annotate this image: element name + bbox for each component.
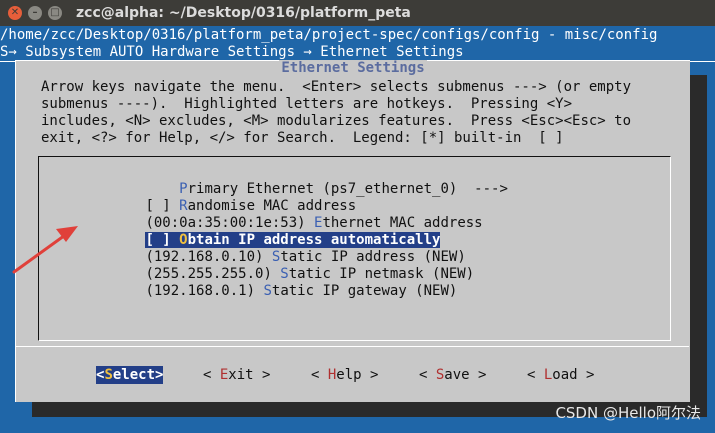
watermark: CSDN @Hello阿尔法 — [555, 404, 701, 422]
menu-item-hotkey: R — [179, 198, 188, 214]
minimize-icon[interactable]: – — [28, 6, 42, 20]
menu-item-value: (00:0a:35:00:1e:53) — [145, 215, 315, 231]
save-button-open: < — [419, 367, 436, 383]
button-row: <Select> < Exit > < Help > < Save > < Lo… — [16, 346, 690, 384]
exit-button-close: > — [253, 367, 271, 383]
exit-button-label: xit — [228, 367, 254, 383]
load-button-open: < — [527, 367, 544, 383]
dialog-title: Ethernet Settings — [16, 59, 690, 77]
select-button-label: elect — [112, 367, 156, 383]
maximize-icon[interactable]: □ — [48, 6, 62, 20]
config-path: /home/zcc/Desktop/0316/platform_peta/pro… — [0, 27, 658, 43]
window-title: zcc@alpha: ~/Desktop/0316/platform_peta — [76, 5, 411, 21]
menu-list: Primary Ethernet (ps7_ethernet_0) ---> [… — [78, 164, 508, 299]
save-button-close: > — [469, 367, 487, 383]
menu-item-label: andomise MAC address — [187, 198, 357, 214]
exit-button-open: < — [203, 367, 220, 383]
help-line: Arrow keys navigate the menu. <Enter> se… — [41, 79, 632, 95]
menu-item-label: rimary Ethernet (ps7_ethernet_0) ---> — [187, 181, 508, 197]
menu-item-hotkey: P — [179, 181, 188, 197]
menu-item-value: (255.255.255.0) — [145, 266, 281, 282]
help-line: submenus ----). Highlighted letters are … — [41, 96, 573, 112]
menu-item-hotkey: O — [179, 232, 188, 248]
menu-item-label: tatic IP gateway (NEW) — [271, 283, 458, 299]
help-button-close: > — [361, 367, 379, 383]
window-titlebar: ✕ – □ zcc@alpha: ~/Desktop/0316/platform… — [0, 0, 715, 26]
select-button[interactable]: <Select> — [96, 366, 164, 384]
menu-item-prefix — [145, 181, 179, 197]
save-button[interactable]: < Save > — [419, 366, 486, 384]
dialog-title-text: Ethernet Settings — [279, 60, 427, 76]
menuconfig-dialog: Ethernet Settings Arrow keys navigate th… — [15, 60, 690, 402]
load-button-label: oad — [552, 367, 578, 383]
exit-button[interactable]: < Exit > — [203, 366, 270, 384]
select-button-hotkey: S — [104, 367, 113, 383]
menu-item-label: tatic IP netmask (NEW) — [288, 266, 475, 282]
help-line: includes, <N> excludes, <M> modularizes … — [41, 113, 632, 129]
menu-box: Primary Ethernet (ps7_ethernet_0) ---> [… — [38, 156, 671, 341]
select-button-close: > — [155, 367, 164, 383]
menu-item-checkbox: [ ] — [145, 198, 180, 214]
help-button-open: < — [311, 367, 328, 383]
menu-item-hotkey: S — [263, 283, 272, 299]
help-button-label: elp — [336, 367, 362, 383]
save-button-label: ave — [444, 367, 470, 383]
menu-item-value: (192.168.0.10) — [145, 249, 272, 265]
button-divider — [16, 346, 689, 347]
help-button[interactable]: < Help > — [311, 366, 378, 384]
menu-item-primary-ethernet[interactable]: Primary Ethernet (ps7_ethernet_0) ---> — [78, 164, 508, 197]
load-button-close: > — [577, 367, 595, 383]
menu-item-label: thernet MAC address — [322, 215, 483, 231]
load-button[interactable]: < Load > — [527, 366, 594, 384]
menu-item-value: (192.168.0.1) — [145, 283, 264, 299]
menu-item-label: btain IP address automatically — [187, 232, 441, 248]
help-text: Arrow keys navigate the menu. <Enter> se… — [41, 79, 681, 147]
close-icon[interactable]: ✕ — [8, 6, 22, 20]
menu-item-hotkey: S — [280, 266, 289, 282]
help-line: exit, <?> for Help, </> for Search. Lege… — [41, 130, 564, 146]
menu-item-label: tatic IP address (NEW) — [280, 249, 466, 265]
menu-item-checkbox: [ ] — [145, 232, 180, 248]
